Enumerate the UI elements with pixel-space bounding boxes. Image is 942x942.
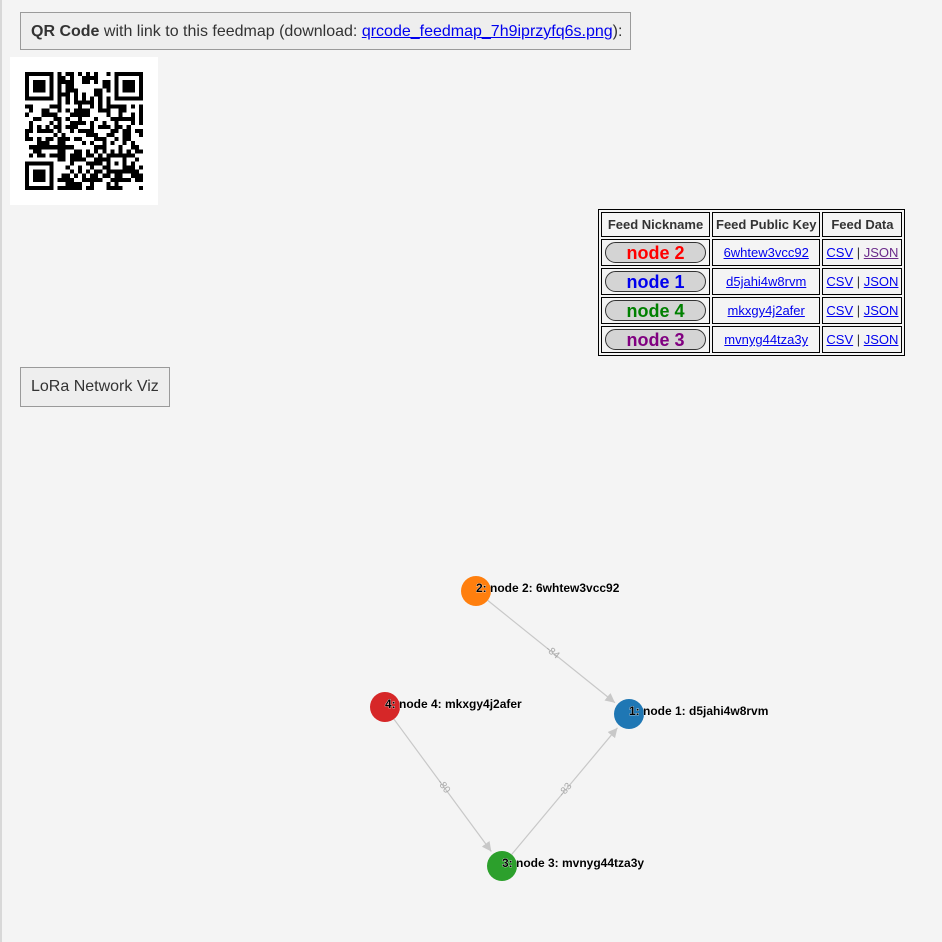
network-graph: -84-80 -83 2: node 2: 6whtew3vcc921: node… (370, 576, 769, 881)
graph-node-label: 1: node 1: d5jahi4w8rvm (629, 704, 768, 718)
graph-node-label: 3: node 3: mvnyg44tza3y (502, 856, 644, 870)
graph-edge-label: -84 (543, 644, 561, 662)
graph-node-label: 2: node 2: 6whtew3vcc92 (476, 581, 620, 595)
graph-node-label: 4: node 4: mkxgy4j2afer (385, 697, 522, 711)
graph-edge-label: -80 (435, 778, 453, 797)
